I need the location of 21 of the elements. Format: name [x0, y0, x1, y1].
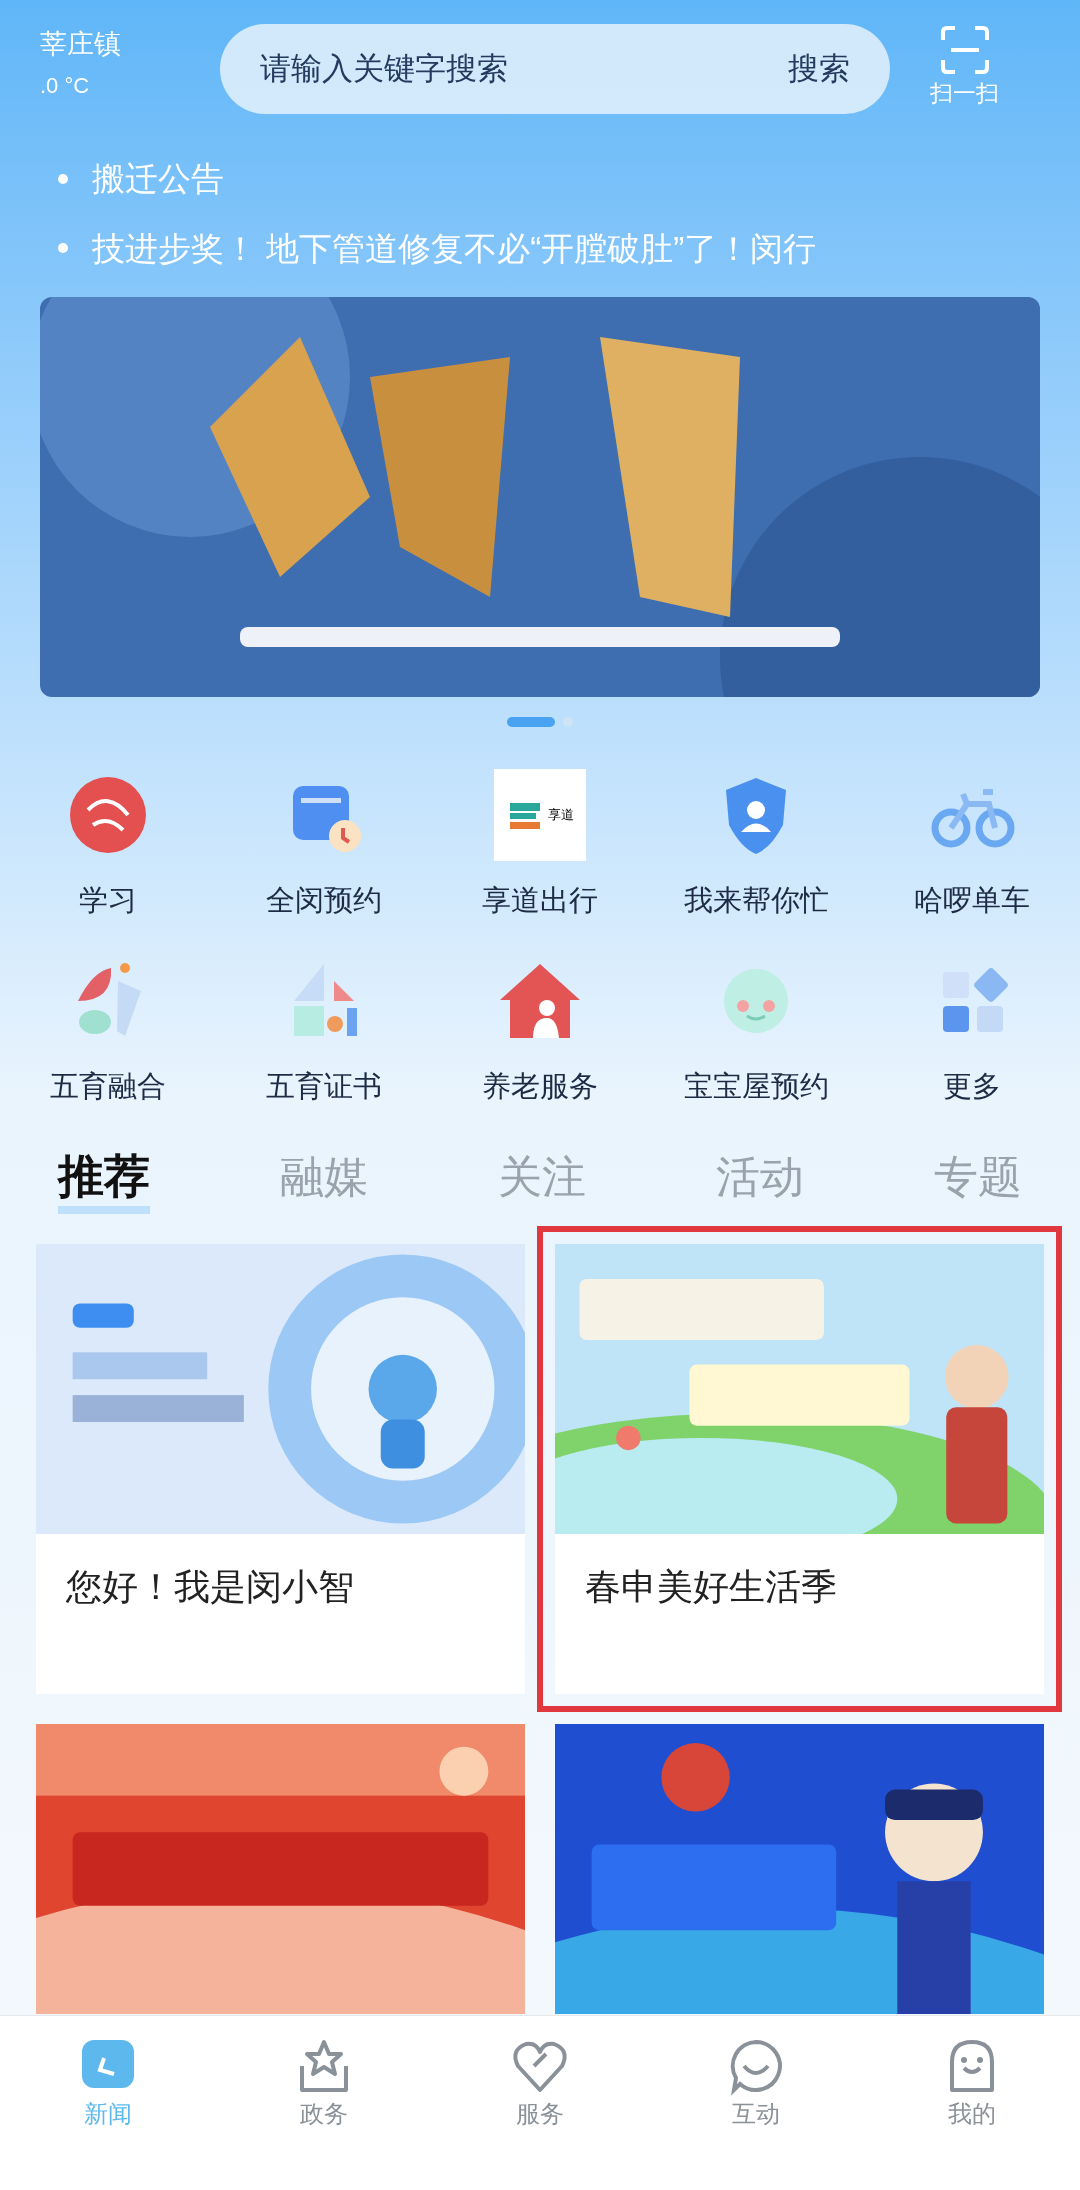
shortcut-item[interactable]: 更多: [864, 952, 1080, 1108]
card-title: 您好！我是闵小智: [65, 1564, 355, 1609]
shortcut-item[interactable]: 学习: [0, 767, 216, 923]
shortcut-item[interactable]: 享道 享道出行: [432, 767, 648, 923]
bullet-icon: [58, 243, 68, 254]
article-card[interactable]: 春申美好生活季: [555, 1243, 1044, 1694]
temperature-text: .0 °C: [40, 71, 91, 100]
shortcut-item[interactable]: 全闵预约: [216, 767, 432, 923]
scan-icon: [938, 24, 991, 76]
shortcut-item[interactable]: 养老服务: [432, 952, 648, 1108]
brand-logo: 享道: [494, 769, 586, 861]
bullet-icon: [58, 173, 68, 184]
shortcut-item[interactable]: 我来帮你忙: [648, 767, 864, 923]
shortcut-item[interactable]: 宝宝屋预约: [648, 952, 864, 1108]
search-field[interactable]: 请输入关键字搜索 搜索: [220, 24, 890, 114]
shortcut-item[interactable]: 五育证书: [216, 952, 432, 1108]
shortcut-item[interactable]: 五育融合: [0, 952, 216, 1108]
tab[interactable]: 推荐: [58, 1148, 150, 1214]
article-card[interactable]: 您好！我是闵小智: [36, 1243, 525, 1694]
card-title: 春申美好生活季: [584, 1564, 838, 1609]
shortcut-item[interactable]: 哈啰单车: [864, 767, 1080, 923]
